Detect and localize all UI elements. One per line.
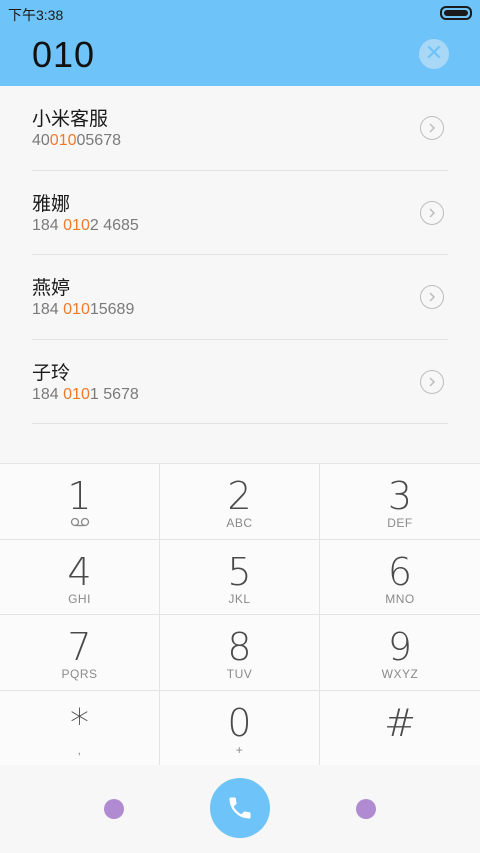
phone-icon [229,797,251,819]
dial-actions [0,765,480,853]
match-highlight: 010 [63,301,90,318]
chevron-right-icon[interactable] [420,116,444,140]
chevron-right-icon[interactable] [420,285,444,309]
match-highlight: 010 [63,385,90,403]
list-item[interactable]: 雅娜 184 0102 4685 [32,171,448,255]
key-4[interactable]: 4 GHI [0,539,160,615]
status-bar: 下午3:38 [0,0,480,26]
key-1[interactable]: 1 [0,464,160,540]
chevron-right-icon[interactable] [420,200,444,225]
list-item[interactable]: 小米客服 4001005678 [32,86,448,171]
contact-name: 小米客服 [32,108,109,130]
dial-input[interactable]: 010 [32,34,95,76]
key-3[interactable]: 3 DEF [320,464,480,540]
list-item[interactable]: 子玲 184 0101 5678 [32,340,448,424]
dial-keypad: 1 2 ABC 3 DEF 4 GHI 5 JKL 6 MNO 7 PQRS 8… [0,463,480,767]
right-action-button[interactable] [356,799,376,819]
contact-name: 子玲 [32,361,71,384]
contact-number: 4001005678 [32,132,121,149]
battery-icon [440,6,472,20]
search-header: 下午3:38 010 ✕ [0,0,480,86]
contact-name: 燕婷 [32,277,71,299]
contact-number: 184 0101 5678 [32,385,139,403]
clear-button[interactable]: ✕ [419,39,449,69]
contact-number: 184 0102 4685 [32,216,139,234]
key-6[interactable]: 6 MNO [320,540,480,615]
key-5[interactable]: 5 JKL [160,539,320,615]
close-icon: ✕ [424,41,444,66]
list-item[interactable]: 燕婷 184 01015689 [32,255,448,340]
contact-name: 雅娜 [32,192,71,215]
contact-number: 184 01015689 [32,301,135,318]
match-highlight: 010 [63,216,90,234]
key-9[interactable]: 9 WXYZ [320,615,480,691]
voicemail-icon [0,516,159,530]
call-button[interactable] [210,778,270,838]
key-2[interactable]: 2 ABC [160,464,320,540]
status-time: 下午3:38 [8,7,64,23]
match-highlight: 010 [49,132,77,149]
key-8[interactable]: 8 TUV [160,615,320,691]
left-action-button[interactable] [104,799,124,819]
key-7[interactable]: 7 PQRS [0,615,160,691]
key-star[interactable]: * , [0,690,160,766]
contact-results: 小米客服 4001005678 雅娜 184 0102 4685 燕婷 184 … [0,86,480,424]
chevron-right-icon[interactable] [420,369,444,394]
key-hash[interactable]: # [320,691,480,767]
key-0[interactable]: 0 + [160,690,320,766]
